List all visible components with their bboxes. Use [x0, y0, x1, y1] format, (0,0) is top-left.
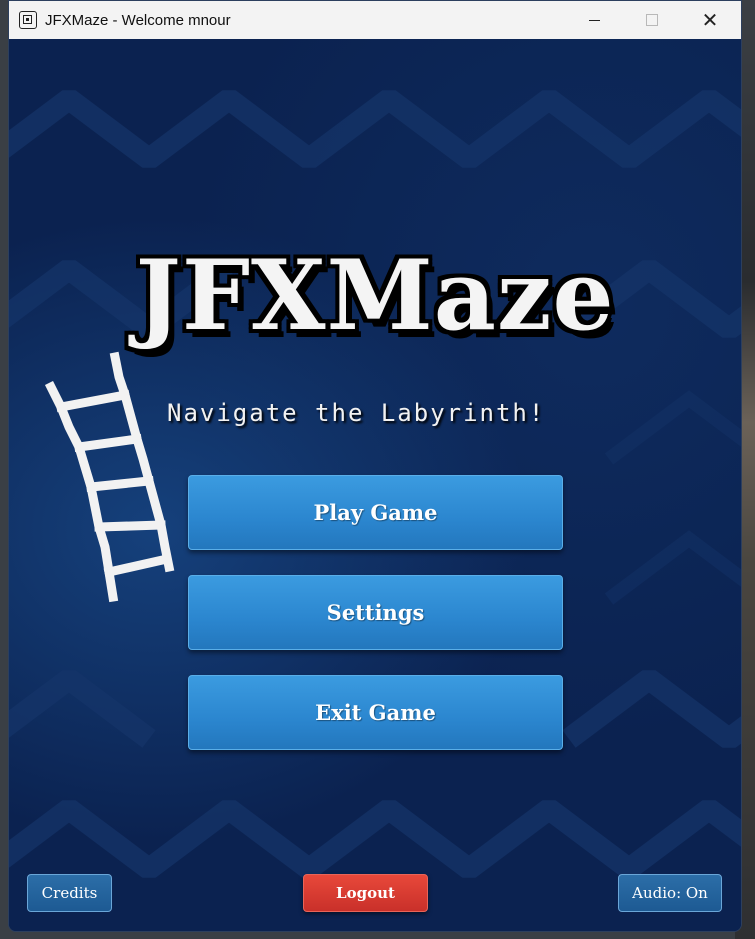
window-title: JFXMaze - Welcome mnour [45, 12, 231, 29]
minimize-button[interactable] [571, 1, 617, 39]
maze-app-icon [19, 11, 37, 29]
main-menu-screen: JFXMaze Navigate the Labyrinth! Play Gam… [9, 39, 741, 931]
logout-button[interactable]: Logout [303, 874, 428, 912]
maximize-button[interactable] [629, 1, 675, 39]
title-bar[interactable]: JFXMaze - Welcome mnour ✕ [9, 1, 741, 39]
app-window: JFXMaze - Welcome mnour ✕ JFXMaze Naviga… [8, 0, 742, 932]
settings-button[interactable]: Settings [188, 575, 563, 650]
tagline: Navigate the Labyrinth! [167, 399, 546, 427]
close-button[interactable]: ✕ [687, 1, 733, 39]
game-logo: JFXMaze [135, 239, 615, 352]
maximize-icon [646, 14, 658, 26]
close-icon: ✕ [701, 9, 719, 32]
minimize-icon [588, 19, 600, 21]
dna-helix-icon [44, 351, 175, 603]
audio-toggle-button[interactable]: Audio: On [618, 874, 722, 912]
credits-button[interactable]: Credits [27, 874, 112, 912]
exit-game-button[interactable]: Exit Game [188, 675, 563, 750]
play-game-button[interactable]: Play Game [188, 475, 563, 550]
